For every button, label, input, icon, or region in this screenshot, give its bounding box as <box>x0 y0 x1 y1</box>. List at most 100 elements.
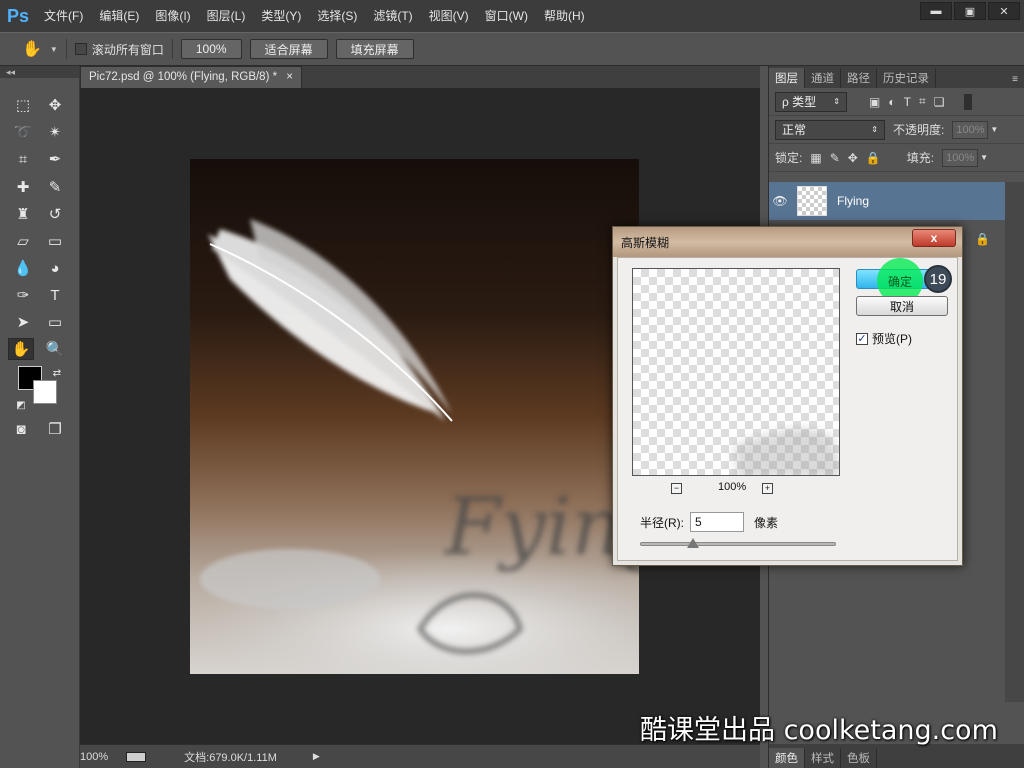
default-colors-icon[interactable]: ◩ <box>8 394 34 416</box>
blurred-photo-text: Fying <box>443 480 639 573</box>
rectangle-tool-icon[interactable]: ▭ <box>42 311 68 333</box>
minimize-button[interactable]: ▬ <box>920 2 952 20</box>
scroll-all-windows-checkbox[interactable] <box>74 43 87 55</box>
document-tab[interactable]: Pic72.psd @ 100% (Flying, RGB/8) * × <box>80 66 302 88</box>
preview-checkbox[interactable]: ✓ <box>856 332 868 345</box>
menu-type[interactable]: 类型(Y) <box>253 0 309 32</box>
radius-unit: 像素 <box>754 515 779 530</box>
fill-chevron-icon[interactable]: ▼ <box>980 153 988 162</box>
chevron-updown-icon: ⇕ <box>871 125 878 134</box>
menu-filter[interactable]: 滤镜(T) <box>365 0 420 32</box>
pen-tool-icon[interactable]: ✑ <box>10 284 36 306</box>
status-preview-icon[interactable] <box>126 751 147 762</box>
tab-channels[interactable]: 通道 <box>805 68 841 88</box>
layer-filter-select[interactable]: ρ 类型 ⇕ <box>775 91 847 112</box>
hand-tool-preset-icon[interactable]: ✋ <box>22 39 42 59</box>
type-tool-icon[interactable]: T <box>42 284 68 306</box>
scroll-all-windows-option[interactable]: 滚动所有窗口 <box>74 41 164 58</box>
fit-screen-button[interactable]: 适合屏幕 <box>249 39 328 59</box>
menu-file[interactable]: 文件(F) <box>36 0 91 32</box>
close-tab-icon[interactable]: × <box>286 71 293 84</box>
maximize-button[interactable]: ▣ <box>954 2 986 20</box>
chevron-down-icon[interactable]: ▼ <box>50 45 58 54</box>
clone-stamp-tool-icon[interactable]: ♜ <box>10 203 36 225</box>
feather-photo: Fying <box>190 159 639 674</box>
zoom-in-button[interactable]: + <box>762 483 773 494</box>
magic-wand-tool-icon[interactable]: ✴ <box>42 121 68 143</box>
zoom-100-button[interactable]: 100% <box>180 39 242 59</box>
crop-tool-icon[interactable]: ⌗ <box>10 148 36 170</box>
filter-shape-icon[interactable]: ⌗ <box>919 94 926 109</box>
menu-layer[interactable]: 图层(L) <box>199 0 254 32</box>
blur-tool-icon[interactable]: 💧 <box>10 257 36 279</box>
close-window-button[interactable]: ✕ <box>988 2 1020 20</box>
color-panel-tabs: 颜色 样式 色板 <box>769 744 1024 768</box>
lock-position-icon[interactable]: ✥ <box>848 151 858 165</box>
radius-slider-thumb[interactable] <box>687 538 700 548</box>
eye-visibility-icon[interactable]: 👁 <box>769 194 791 208</box>
lock-pixels-icon[interactable]: ✎ <box>830 151 840 165</box>
toolbox-collapse-icon[interactable]: ◂◂ <box>0 66 79 78</box>
filter-adjustment-icon[interactable]: ◐ <box>888 95 895 109</box>
preview-option[interactable]: ✓ 预览(P) <box>856 330 912 347</box>
history-brush-tool-icon[interactable]: ↺ <box>42 203 68 225</box>
menu-help[interactable]: 帮助(H) <box>536 0 593 32</box>
menu-select[interactable]: 选择(S) <box>309 0 365 32</box>
status-zoom[interactable]: 100% <box>80 751 108 763</box>
gaussian-blur-dialog: 高斯模糊 x − 100% + 确定 19 取消 ✓ 预览(P) 半径(R): <box>612 226 963 566</box>
marquee-tool-icon[interactable]: ⬚ <box>10 94 36 116</box>
filter-type-icon[interactable]: T <box>904 95 911 109</box>
tab-color[interactable]: 颜色 <box>769 748 805 768</box>
fill-field[interactable]: 100% <box>942 148 979 167</box>
dodge-tool-icon[interactable]: ◕ <box>42 257 68 279</box>
healing-brush-tool-icon[interactable]: ✚ <box>10 176 36 198</box>
lock-transparency-icon[interactable]: ▦ <box>810 151 821 165</box>
gradient-tool-icon[interactable]: ▭ <box>42 230 68 252</box>
dialog-body: − 100% + 确定 19 取消 ✓ 预览(P) 半径(R): 像素 <box>617 257 958 561</box>
dialog-title-bar[interactable]: 高斯模糊 x <box>613 227 962 257</box>
menu-view[interactable]: 视图(V) <box>421 0 477 32</box>
blend-mode-select[interactable]: 正常 ⇕ <box>775 119 885 140</box>
zoom-tool-icon[interactable]: 🔍 <box>42 338 68 360</box>
radius-input[interactable] <box>690 512 744 532</box>
fill-screen-button[interactable]: 填充屏幕 <box>335 39 414 59</box>
move-tool-icon[interactable]: ✥ <box>42 94 68 116</box>
swap-colors-icon[interactable]: ⇄ <box>44 362 70 384</box>
quick-mask-icon[interactable]: ◙ <box>8 418 34 440</box>
cancel-button[interactable]: 取消 <box>856 296 948 316</box>
screen-mode-icon[interactable]: ❐ <box>42 418 68 440</box>
filter-pixel-icon[interactable]: ▣ <box>869 95 880 109</box>
hand-tool-icon[interactable]: ✋ <box>8 338 34 360</box>
status-menu-arrow-icon[interactable]: ▶ <box>313 751 320 762</box>
lock-all-icon[interactable]: 🔒 <box>866 151 881 165</box>
path-selection-tool-icon[interactable]: ➤ <box>10 311 36 333</box>
blend-row: 正常 ⇕ 不透明度: 100% ▼ <box>769 116 1024 144</box>
window-controls: ▬ ▣ ✕ <box>920 2 1020 20</box>
filter-toggle[interactable] <box>964 93 973 110</box>
brush-tool-icon[interactable]: ✎ <box>42 176 68 198</box>
dialog-close-button[interactable]: x <box>912 229 956 247</box>
blur-preview-window[interactable] <box>632 268 840 476</box>
opacity-chevron-icon[interactable]: ▼ <box>990 125 998 134</box>
opacity-field[interactable]: 100% <box>952 120 989 139</box>
tab-swatches[interactable]: 色板 <box>841 748 877 768</box>
panel-scrollbar[interactable] <box>1005 182 1024 702</box>
layer-item-flying[interactable]: 👁 Flying <box>769 182 1005 220</box>
zoom-out-button[interactable]: − <box>671 483 682 494</box>
dialog-title: 高斯模糊 <box>621 235 670 250</box>
feather-image: Fying <box>190 219 639 674</box>
menu-window[interactable]: 窗口(W) <box>477 0 536 32</box>
panel-menu-icon[interactable]: ≡ <box>1012 74 1018 85</box>
filter-smartobject-icon[interactable]: ❏ <box>934 95 945 109</box>
lasso-tool-icon[interactable]: ➰ <box>10 121 36 143</box>
tab-paths[interactable]: 路径 <box>841 68 877 88</box>
eyedropper-tool-icon[interactable]: ✒ <box>42 148 68 170</box>
tab-styles[interactable]: 样式 <box>805 748 841 768</box>
eraser-tool-icon[interactable]: ▱ <box>10 230 36 252</box>
menu-edit[interactable]: 编辑(E) <box>91 0 147 32</box>
layer-name[interactable]: Flying <box>837 194 869 208</box>
tab-history[interactable]: 历史记录 <box>877 68 936 88</box>
tab-layers[interactable]: 图层 <box>769 68 805 88</box>
menu-image[interactable]: 图像(I) <box>147 0 198 32</box>
radius-slider[interactable] <box>640 538 836 548</box>
